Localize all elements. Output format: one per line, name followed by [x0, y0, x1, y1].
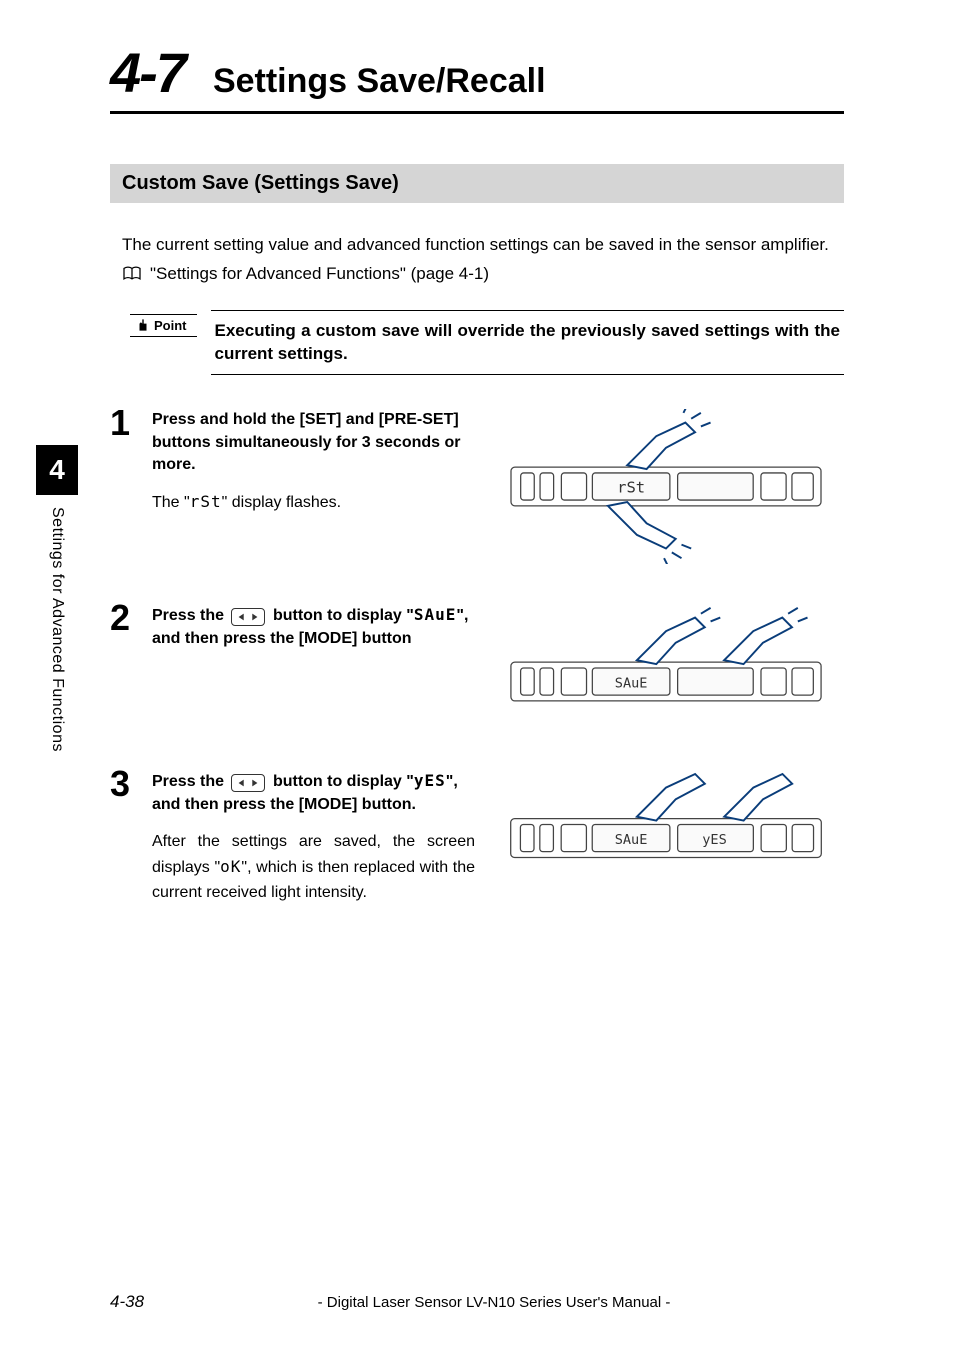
cross-reference: "Settings for Advanced Functions" (page … [122, 264, 844, 284]
step-3: 3 Press the button to display "yES", and… [110, 770, 844, 905]
step-2-title: Press the button to display "SAuE", and … [152, 604, 475, 650]
svg-text:yES: yES [702, 832, 727, 848]
svg-text:rSt: rSt [617, 479, 645, 497]
step-2: 2 Press the button to display "SAuE", an… [110, 604, 844, 730]
section-header: 4-7 Settings Save/Recall [110, 40, 844, 114]
arrow-button-icon [231, 608, 265, 626]
point-tag: Point [130, 314, 197, 337]
step-3-illustration: SAuE yES [487, 770, 844, 877]
step-1-number: 1 [110, 405, 152, 441]
arrow-button-icon [231, 774, 265, 792]
step-2-text: Press the button to display "SAuE", and … [152, 604, 487, 664]
step-3-text: Press the button to display "yES", and t… [152, 770, 487, 905]
step-3-number: 3 [110, 766, 152, 802]
step-1-title: Press and hold the [SET] and [PRE-SET] b… [152, 409, 475, 476]
side-tab-text: Settings for Advanced Functions [48, 507, 66, 752]
step-1: 1 Press and hold the [SET] and [PRE-SET]… [110, 409, 844, 564]
hand-icon [136, 318, 150, 332]
step-1-body: The "rSt" display flashes. [152, 490, 475, 516]
side-tab: 4 Settings for Advanced Functions [36, 445, 78, 752]
page-number: 4-38 [110, 1292, 144, 1312]
step-2-illustration: SAuE [487, 604, 844, 730]
section-title: Settings Save/Recall [213, 62, 546, 105]
page: 4-7 Settings Save/Recall Custom Save (Se… [0, 0, 954, 1352]
step-3-body: After the settings are saved, the screen… [152, 830, 475, 905]
intro-paragraph: The current setting value and advanced f… [122, 233, 844, 258]
step-1-text: Press and hold the [SET] and [PRE-SET] b… [152, 409, 487, 516]
subheading: Custom Save (Settings Save) [110, 164, 844, 203]
point-body: Executing a custom save will override th… [211, 310, 845, 376]
side-tab-number: 4 [36, 445, 78, 495]
step-1-illustration: rSt [487, 409, 844, 564]
finger-press-icon [627, 409, 710, 469]
svg-text:SAuE: SAuE [614, 832, 647, 848]
book-icon [122, 266, 142, 282]
manual-title: - Digital Laser Sensor LV-N10 Series Use… [144, 1294, 844, 1311]
section-number: 4-7 [110, 40, 185, 105]
svg-text:SAuE: SAuE [614, 676, 647, 692]
page-footer: 4-38 - Digital Laser Sensor LV-N10 Serie… [110, 1292, 844, 1312]
finger-press-icon [724, 608, 807, 664]
finger-press-icon [724, 774, 792, 821]
point-label: Point [154, 318, 187, 333]
intro-block: The current setting value and advanced f… [122, 233, 844, 284]
finger-press-icon [636, 774, 704, 821]
finger-press-icon [636, 608, 719, 664]
point-callout: Point Executing a custom save will overr… [130, 310, 844, 376]
cross-reference-text: "Settings for Advanced Functions" (page … [150, 264, 489, 284]
finger-press-icon [607, 502, 690, 564]
step-2-number: 2 [110, 600, 152, 636]
step-3-title: Press the button to display "yES", and t… [152, 770, 475, 816]
